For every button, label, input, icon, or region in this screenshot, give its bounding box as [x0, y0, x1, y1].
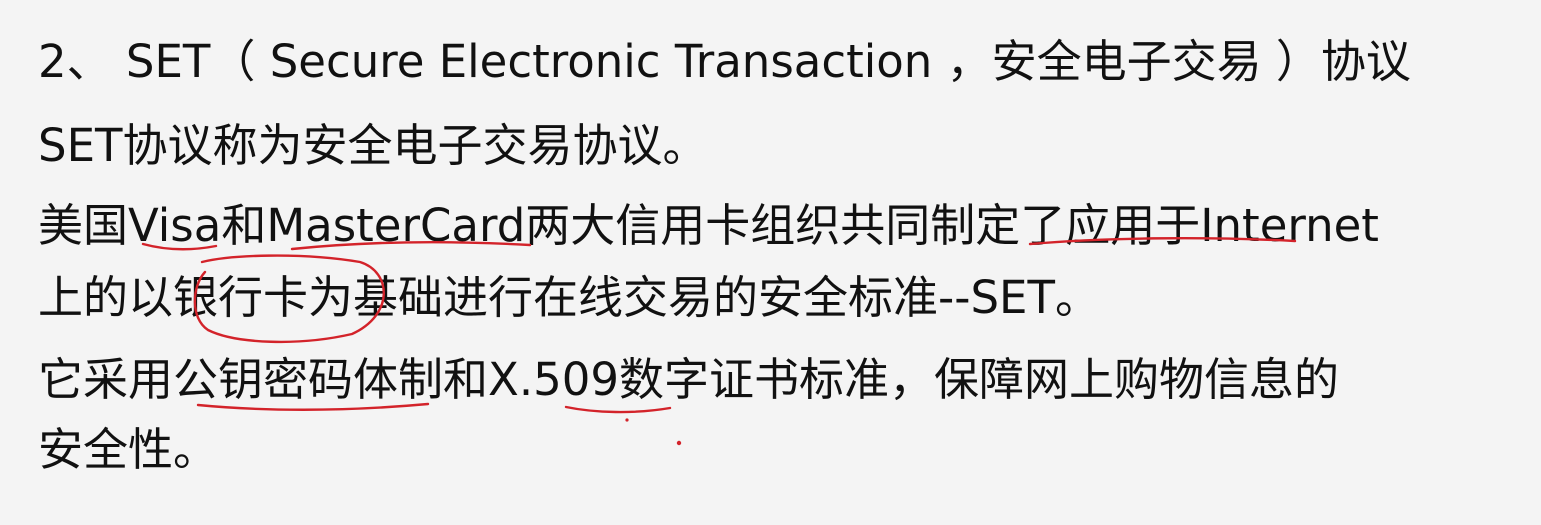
pen-dot-1 [625, 418, 629, 422]
paragraph-line-3: 上的以银行卡为基础进行在线交易的安全标准--SET。 [38, 271, 1100, 324]
pen-dot-2 [676, 440, 682, 446]
underline-x509 [564, 405, 672, 414]
paragraph-line-5: 安全性。 [38, 423, 219, 476]
paragraph-line-1: SET协议称为安全电子交易协议。 [38, 119, 708, 172]
heading-set-protocol: 2、 SET（ Secure Electronic Transaction ，安… [38, 35, 1411, 88]
paragraph-line-2: 美国Visa和MasterCard两大信用卡组织共同制定了应用于Internet [38, 199, 1379, 252]
paragraph-line-4: 它采用公钥密码体制和X.509数字证书标准，保障网上购物信息的 [38, 353, 1340, 406]
slide-document: 2、 SET（ Secure Electronic Transaction ，安… [0, 0, 1541, 525]
